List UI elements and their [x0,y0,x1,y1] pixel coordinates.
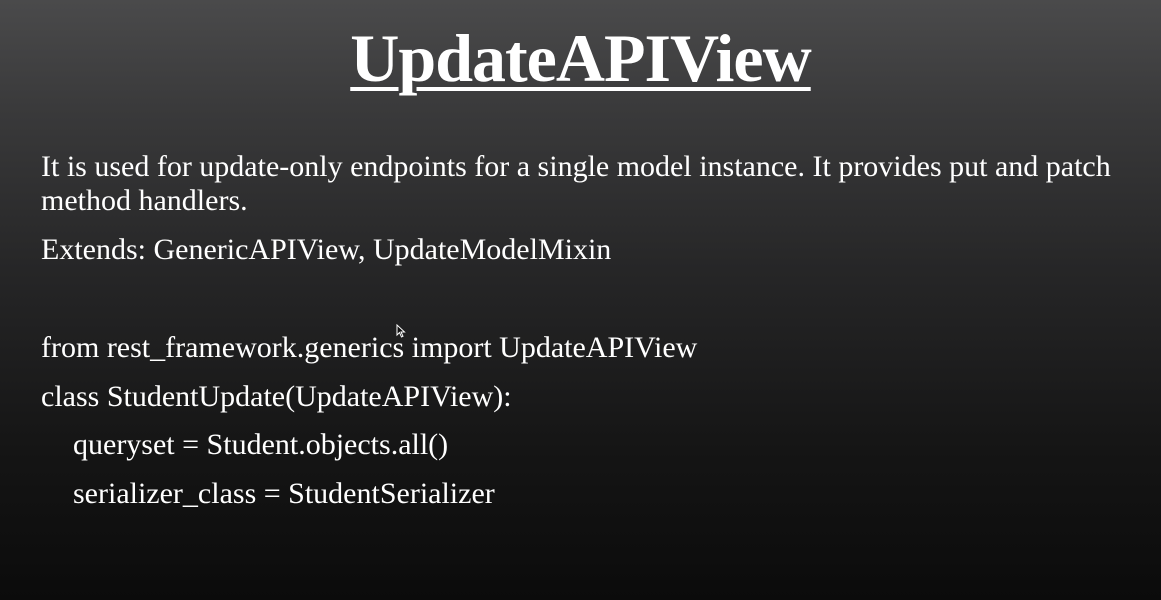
slide-title-text: UpdateAPIView [350,20,811,96]
mouse-pointer-icon [396,324,406,338]
code-line-serializer: serializer_class = StudentSerializer [73,477,495,510]
description-paragraph: It is used for update-only endpoints for… [41,150,1111,217]
extends-line: Extends: GenericAPIView, UpdateModelMixi… [41,233,612,266]
code-line-import: from rest_framework.generics import Upda… [41,331,698,364]
presentation-slide: UpdateAPIView It is used for update-only… [0,0,1161,600]
code-line-queryset: queryset = Student.objects.all() [73,428,449,461]
code-line-class: class StudentUpdate(UpdateAPIView): [41,380,512,413]
slide-title: UpdateAPIView [0,18,1161,98]
